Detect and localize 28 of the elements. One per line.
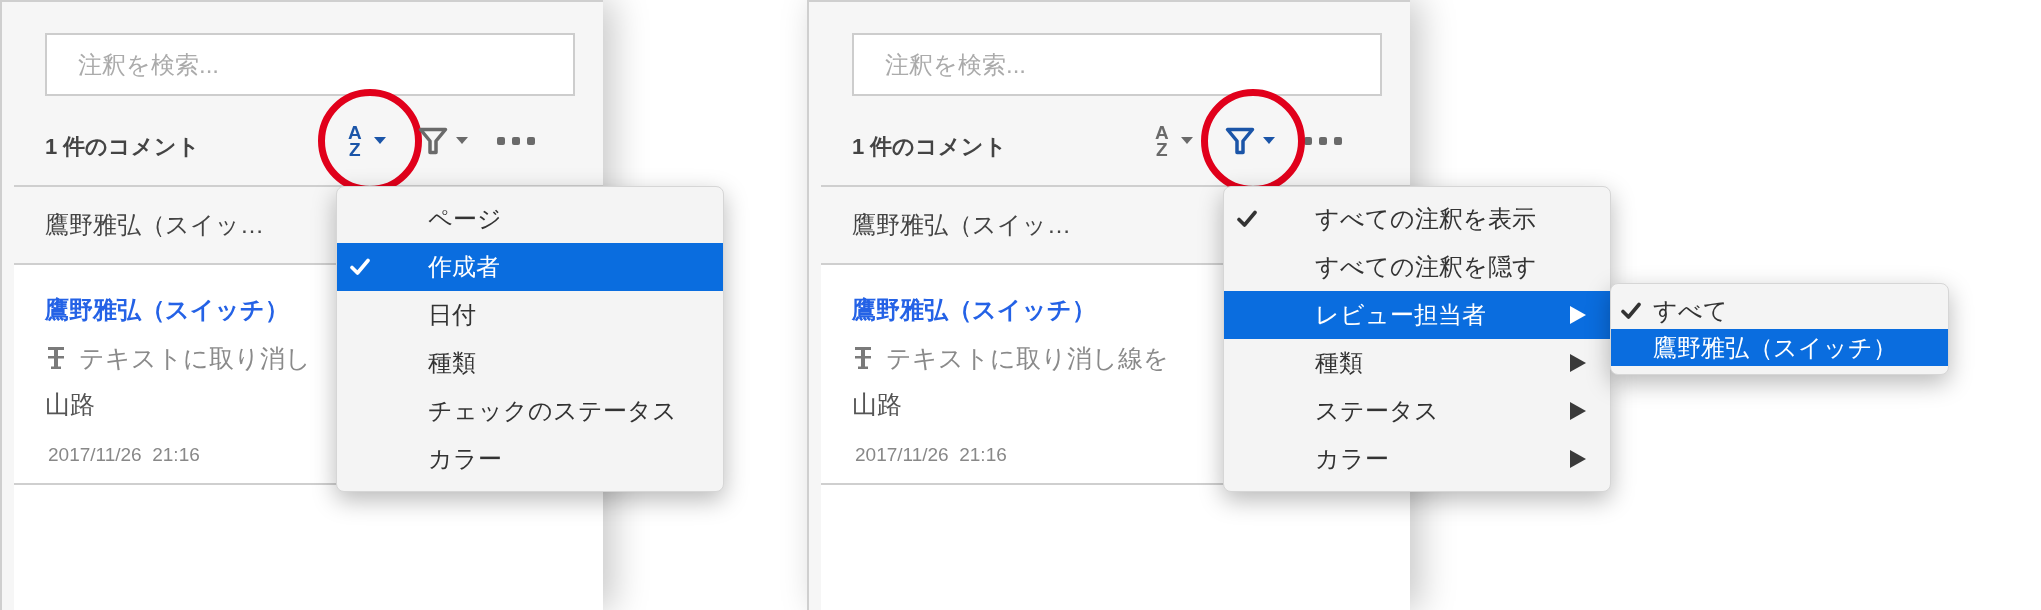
caret-icon [456, 137, 468, 144]
menu-item[interactable]: 作成者 [337, 243, 723, 291]
search-field[interactable]: 注釈を検索... [852, 33, 1382, 96]
comment-timestamp: 2017/11/26 21:16 [855, 443, 1007, 467]
comment-count: 1 件のコメント [45, 134, 201, 159]
comment-type: テキストに取り消し線を [886, 343, 1169, 374]
comment-author: 鷹野雅弘（スイッチ） [45, 295, 289, 325]
caret-icon [1180, 137, 1193, 144]
strikethrough-icon [855, 347, 871, 369]
more-icon [1304, 136, 1342, 145]
menu-item[interactable]: レビュー担当者 [1224, 291, 1610, 339]
filter-icon [418, 125, 448, 156]
caret-icon [373, 137, 386, 144]
submenu-item[interactable]: すべて [1611, 292, 1948, 329]
strikethrough-icon [48, 347, 64, 369]
sort-button[interactable]: A Z [1152, 118, 1193, 163]
comment-body: 山路 [45, 389, 95, 420]
search-field[interactable]: 注釈を検索... [45, 33, 575, 96]
caret-icon [1263, 137, 1275, 144]
comment-author: 鷹野雅弘（スイッチ） [852, 295, 1096, 325]
filter-icon [1225, 125, 1255, 156]
comment-type: テキストに取り消し [79, 343, 311, 374]
submenu-item[interactable]: 鷹野雅弘（スイッチ） [1611, 329, 1948, 366]
sort-button[interactable]: A Z [345, 118, 386, 163]
more-icon [497, 136, 535, 145]
comment-count: 1 件のコメント [852, 134, 1008, 159]
comment-body: 山路 [852, 389, 902, 420]
comment-timestamp: 2017/11/26 21:16 [48, 443, 200, 467]
